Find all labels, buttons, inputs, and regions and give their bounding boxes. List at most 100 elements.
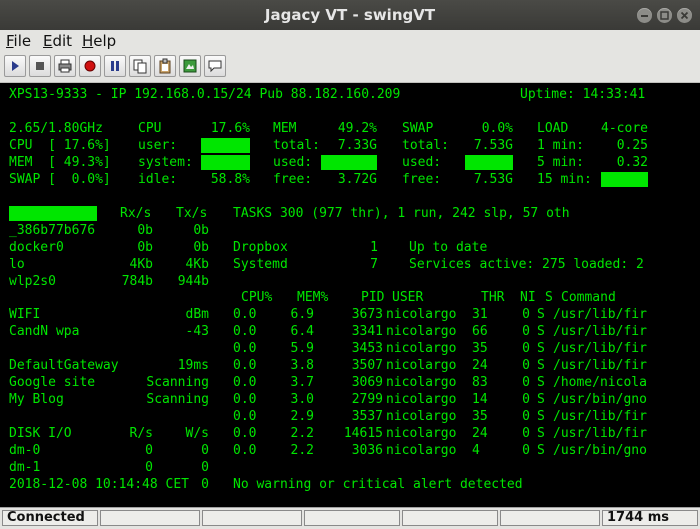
mem-gauge: MEM [ 49.3%] [9, 155, 111, 170]
load-5min-label: 5 min: [537, 155, 584, 170]
swap-used-label: used: [402, 155, 442, 170]
close-button[interactable] [677, 8, 692, 23]
uptime: Uptime: 14:33:41 [520, 87, 646, 102]
latency-status: 1744 ms [602, 510, 698, 526]
proc-header-s: S [545, 290, 553, 305]
proc-command: /usr/bin/gno [553, 443, 647, 458]
user-label: user: [138, 138, 178, 153]
net-iface-name: _386b77b676 [9, 223, 96, 238]
load-5min-value: 0.32 [616, 155, 648, 170]
disk-read-header: R/s [129, 426, 153, 441]
proc-pid: 3507 [351, 358, 383, 373]
proc-mem: 2.2 [290, 426, 314, 441]
maximize-icon [660, 11, 669, 20]
proc-thr: 83 [472, 375, 488, 390]
proc-ni: 0 [522, 307, 530, 322]
connection-status: Connected [2, 510, 98, 526]
proc-header-ni: NI [520, 290, 536, 305]
menu-edit[interactable]: Edit [43, 32, 72, 50]
proc-user: nicolargo [386, 443, 457, 458]
net-iface-name: wlp2s0 [9, 274, 56, 289]
proc-command: /usr/lib/fir [553, 358, 647, 373]
proc-mem: 2.9 [290, 409, 314, 424]
stop-button[interactable] [29, 55, 51, 77]
close-icon [680, 11, 689, 20]
idle-label: idle: [138, 172, 178, 187]
minimize-icon [641, 15, 648, 17]
proc-state: S [537, 375, 545, 390]
net-iface-tx: 944b [177, 274, 209, 289]
tasks-summary: TASKS 300 (977 thr), 1 run, 242 slp, 57 … [233, 206, 570, 221]
pause-icon [111, 61, 119, 71]
load-cores: 4-core [601, 121, 648, 136]
mem-used-highlight [321, 155, 377, 170]
wifi-unit: dBm [185, 307, 209, 322]
proc-cpu: 0.0 [233, 392, 257, 407]
proc-state: S [537, 426, 545, 441]
proc-mem: 6.9 [290, 307, 314, 322]
net-iface-name: lo [9, 257, 25, 272]
proc-user: nicolargo [386, 324, 457, 339]
copy-button[interactable] [129, 55, 151, 77]
proc-ni: 0 [522, 341, 530, 356]
load-1min-value: 0.25 [616, 138, 648, 153]
maximize-button[interactable] [657, 8, 672, 23]
service-name: Dropbox [233, 240, 288, 255]
proc-thr: 35 [472, 341, 488, 356]
proc-user: nicolargo [386, 409, 457, 424]
wifi-ssid: CandN wpa [9, 324, 80, 339]
proc-command: /home/nicola [553, 375, 647, 390]
menu-bar: File Edit Help [0, 30, 700, 52]
alert-message: No warning or critical alert detected [233, 477, 523, 492]
status-cell-empty [304, 510, 400, 526]
proc-state: S [537, 409, 545, 424]
system-value-highlight [201, 155, 250, 170]
wifi-signal: -43 [185, 324, 209, 339]
user-value-highlight [201, 138, 250, 153]
proc-cpu: 0.0 [233, 409, 257, 424]
proc-header-mem: MEM% [297, 290, 329, 305]
proc-pid: 3069 [351, 375, 383, 390]
proc-pid: 3036 [351, 443, 383, 458]
proc-ni: 0 [522, 443, 530, 458]
status-cell-empty [202, 510, 302, 526]
proc-cpu: 0.0 [233, 375, 257, 390]
proc-pid: 2799 [351, 392, 383, 407]
port-name: Google site [9, 375, 96, 390]
port-value: Scanning [146, 392, 209, 407]
print-icon [58, 59, 72, 73]
proc-command: /usr/bin/gno [553, 392, 647, 407]
disk-write-header: W/s [185, 426, 209, 441]
play-button[interactable] [4, 55, 26, 77]
menu-help[interactable]: Help [82, 32, 116, 50]
proc-user: nicolargo [386, 375, 457, 390]
network-header-highlight [9, 206, 97, 221]
proc-command: /usr/lib/fir [553, 324, 647, 339]
terminal-screen[interactable]: XPS13-9333 - IP 192.168.0.15/24 Pub 88.1… [0, 83, 700, 507]
swap-label: SWAP [402, 121, 434, 136]
proc-cpu: 0.0 [233, 341, 257, 356]
image-button[interactable] [179, 55, 201, 77]
proc-mem: 5.9 [290, 341, 314, 356]
proc-state: S [537, 443, 545, 458]
speech-bubble-button[interactable] [204, 55, 226, 77]
proc-thr: 24 [472, 358, 488, 373]
record-icon [84, 60, 96, 72]
menu-file[interactable]: File [6, 32, 31, 50]
proc-header-thr: THR [481, 290, 505, 305]
minimize-button[interactable] [637, 8, 652, 23]
proc-cpu: 0.0 [233, 307, 257, 322]
mem-free-value: 3.72G [337, 172, 377, 187]
proc-ni: 0 [522, 324, 530, 339]
system-label: system: [138, 155, 193, 170]
swap-percent: 0.0% [481, 121, 513, 136]
print-button[interactable] [54, 55, 76, 77]
pause-button[interactable] [104, 55, 126, 77]
service-count: 1 [370, 240, 378, 255]
mem-total-value: 7.33G [337, 138, 377, 153]
copy-icon [133, 59, 147, 74]
proc-thr: 35 [472, 409, 488, 424]
paste-button[interactable] [154, 55, 176, 77]
record-button[interactable] [79, 55, 101, 77]
status-cell-empty [402, 510, 498, 526]
